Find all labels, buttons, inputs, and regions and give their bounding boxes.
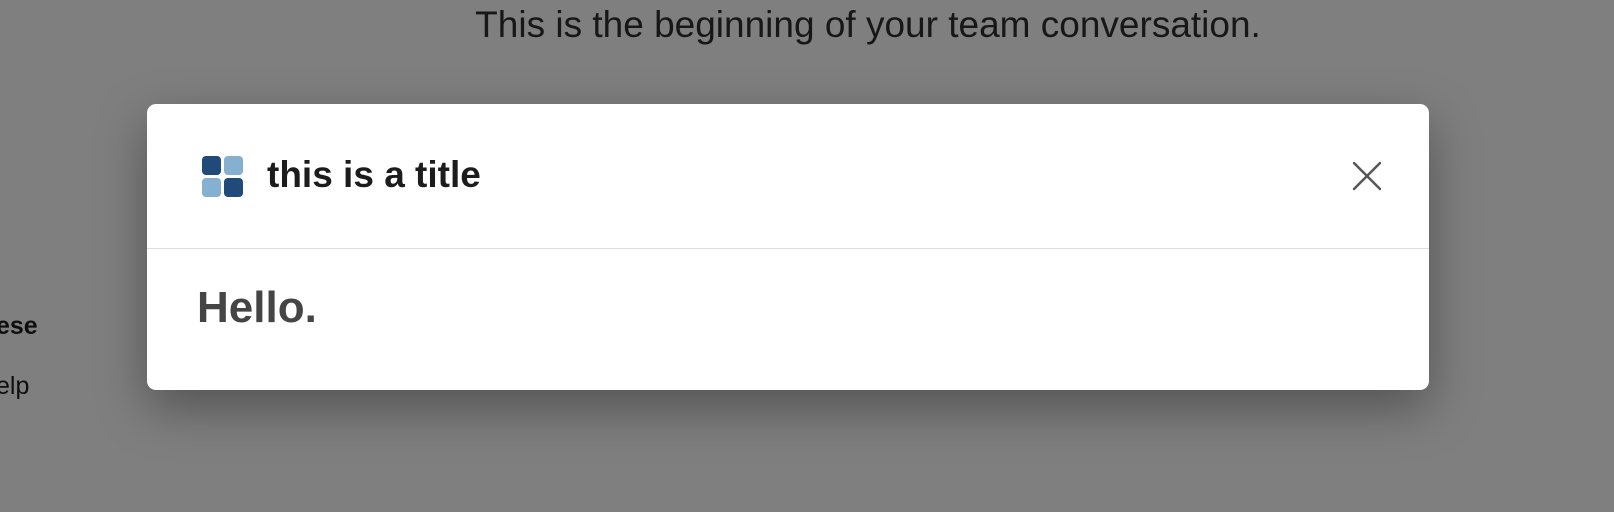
modal-body-text: Hello. [197, 283, 317, 332]
modal-header: this is a title [147, 104, 1429, 249]
modal-dialog: this is a title Hello. [147, 104, 1429, 390]
modal-title: this is a title [267, 154, 481, 195]
modal-body: Hello. [147, 249, 1429, 390]
app-grid-icon [202, 156, 243, 197]
close-button[interactable] [1341, 150, 1393, 202]
close-icon [1352, 161, 1382, 191]
app-window: This is the beginning of your team conve… [0, 0, 1614, 512]
